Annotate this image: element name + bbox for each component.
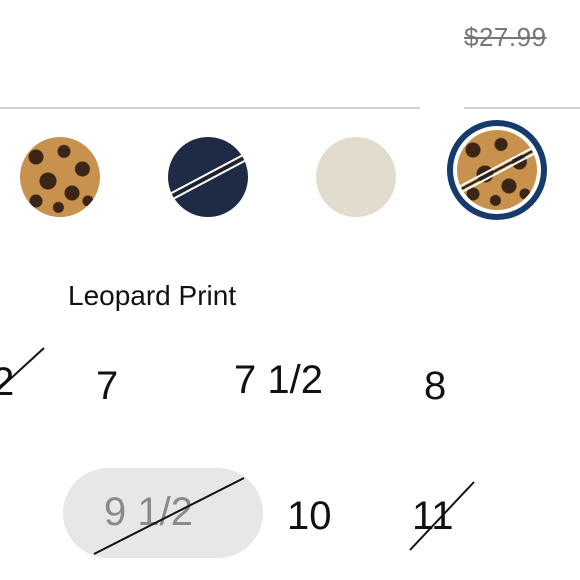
color-swatch-cream[interactable]	[316, 137, 396, 217]
divider	[464, 107, 580, 109]
original-price: $27.99	[464, 22, 547, 52]
size-option-9-half[interactable]: 9 1/2	[104, 490, 193, 535]
selected-color-label: Leopard Print	[68, 280, 237, 311]
size-option-11[interactable]: 11	[412, 494, 454, 539]
size-option-7[interactable]: 7	[96, 364, 118, 409]
color-swatch-navy[interactable]	[168, 137, 248, 217]
size-option-7-half[interactable]: 7 1/2	[234, 358, 323, 403]
unavailable-slash	[457, 143, 537, 197]
size-option-2[interactable]: 2	[0, 360, 14, 405]
unavailable-slash	[168, 150, 248, 204]
color-swatch-leopard-selected[interactable]	[457, 130, 537, 210]
color-swatch-leopard[interactable]	[20, 137, 100, 217]
divider	[0, 107, 420, 109]
size-option-10[interactable]: 10	[287, 494, 332, 539]
size-option-8[interactable]: 8	[424, 364, 446, 409]
